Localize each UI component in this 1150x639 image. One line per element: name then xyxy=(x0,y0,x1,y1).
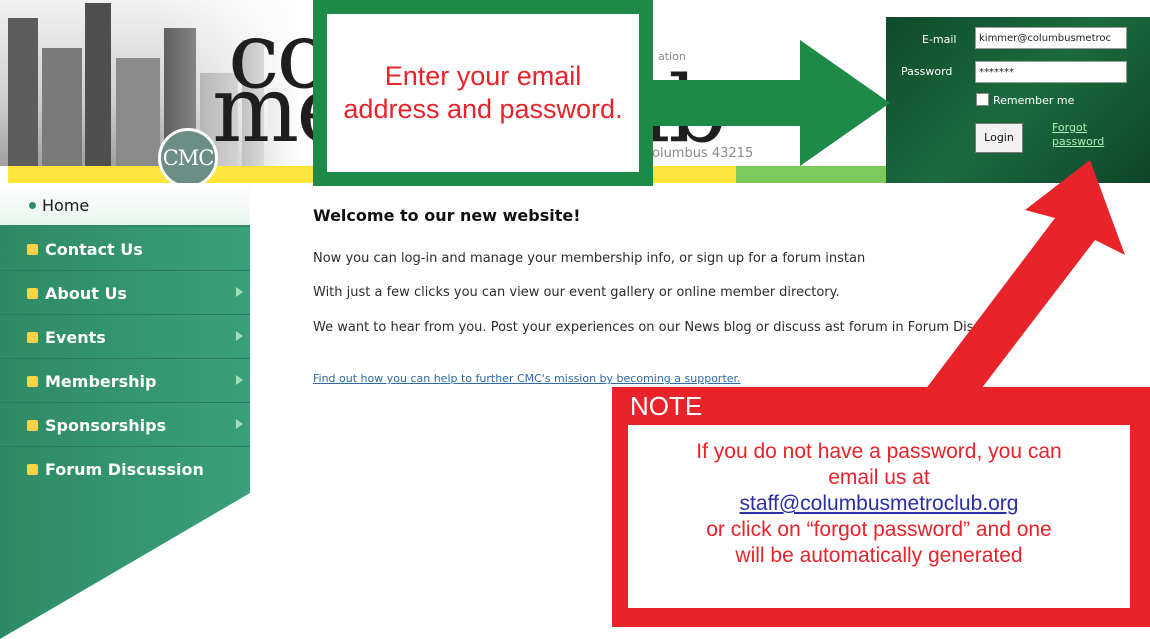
note-line: email us at xyxy=(828,466,930,489)
note-line: or click on “forgot password” and one xyxy=(706,518,1052,541)
bullet-icon xyxy=(27,464,38,475)
sidebar-item-label: Home xyxy=(42,196,90,215)
submenu-arrow-icon xyxy=(236,287,243,297)
login-button[interactable]: Login xyxy=(975,123,1023,153)
become-supporter-link[interactable]: Find out how you can help to further CMC… xyxy=(313,372,741,385)
sidebar-item-forum-discussion[interactable]: Forum Discussion xyxy=(0,447,250,491)
bullet-icon xyxy=(27,420,38,431)
sidebar-item-label: Membership xyxy=(45,372,157,391)
callout-text: Enter your email address and password. xyxy=(343,61,623,124)
note-line: If you do not have a password, you can xyxy=(696,440,1062,463)
password-label: Password xyxy=(901,65,953,78)
cmc-logo-badge[interactable]: CMC xyxy=(158,128,218,183)
note-title: NOTE xyxy=(630,391,703,421)
sidebar-item-events[interactable]: Events xyxy=(0,315,250,359)
intro-paragraph-1: Now you can log-in and manage your membe… xyxy=(313,251,866,266)
staff-email-link[interactable]: staff@columbusmetroclub.org xyxy=(628,491,1130,517)
sidebar-item-contact-us[interactable]: Contact Us xyxy=(0,227,250,271)
remember-me-label[interactable]: Remember me xyxy=(993,94,1074,107)
email-field[interactable] xyxy=(975,27,1127,49)
active-dot-icon xyxy=(29,202,36,209)
page-heading: Welcome to our new website! xyxy=(313,206,581,225)
sidebar-item-about-us[interactable]: About Us xyxy=(0,271,250,315)
note-body: If you do not have a password, you can e… xyxy=(628,425,1130,608)
bullet-icon xyxy=(27,376,38,387)
note-line: will be automatically generated xyxy=(735,544,1023,567)
forgot-password-link[interactable]: Forgot password xyxy=(1052,121,1132,149)
sidebar-item-membership[interactable]: Membership xyxy=(0,359,250,403)
bullet-icon xyxy=(27,332,38,343)
intro-paragraph-2: With just a few clicks you can view our … xyxy=(313,285,840,300)
sidebar-item-label: About Us xyxy=(45,284,127,303)
sidebar-item-sponsorships[interactable]: Sponsorships xyxy=(0,403,250,447)
cmc-logo-text: CMC xyxy=(162,146,215,170)
submenu-arrow-icon xyxy=(236,375,243,385)
password-field[interactable] xyxy=(975,61,1127,83)
email-label: E-mail xyxy=(922,33,957,46)
login-panel: E-mail Password Remember me Login Forgot… xyxy=(886,17,1150,183)
submenu-arrow-icon xyxy=(236,331,243,341)
bullet-icon xyxy=(27,288,38,299)
red-arrow-icon xyxy=(925,160,1125,410)
submenu-arrow-icon xyxy=(236,419,243,429)
bullet-icon xyxy=(27,244,38,255)
sidebar-item-label: Events xyxy=(45,328,106,347)
sidebar-item-label: Sponsorships xyxy=(45,416,167,435)
green-arrow-icon xyxy=(630,40,890,166)
sidebar-item-label: Contact Us xyxy=(45,240,143,259)
note-callout: NOTE If you do not have a password, you … xyxy=(612,387,1150,627)
remember-me-checkbox[interactable] xyxy=(976,93,989,106)
enter-credentials-callout: Enter your email address and password. xyxy=(313,0,653,186)
sidebar-item-home[interactable]: Home xyxy=(0,183,250,227)
sidebar-nav: Home Contact Us About Us Events Membersh… xyxy=(0,183,250,639)
sidebar-item-label: Forum Discussion xyxy=(45,460,204,479)
